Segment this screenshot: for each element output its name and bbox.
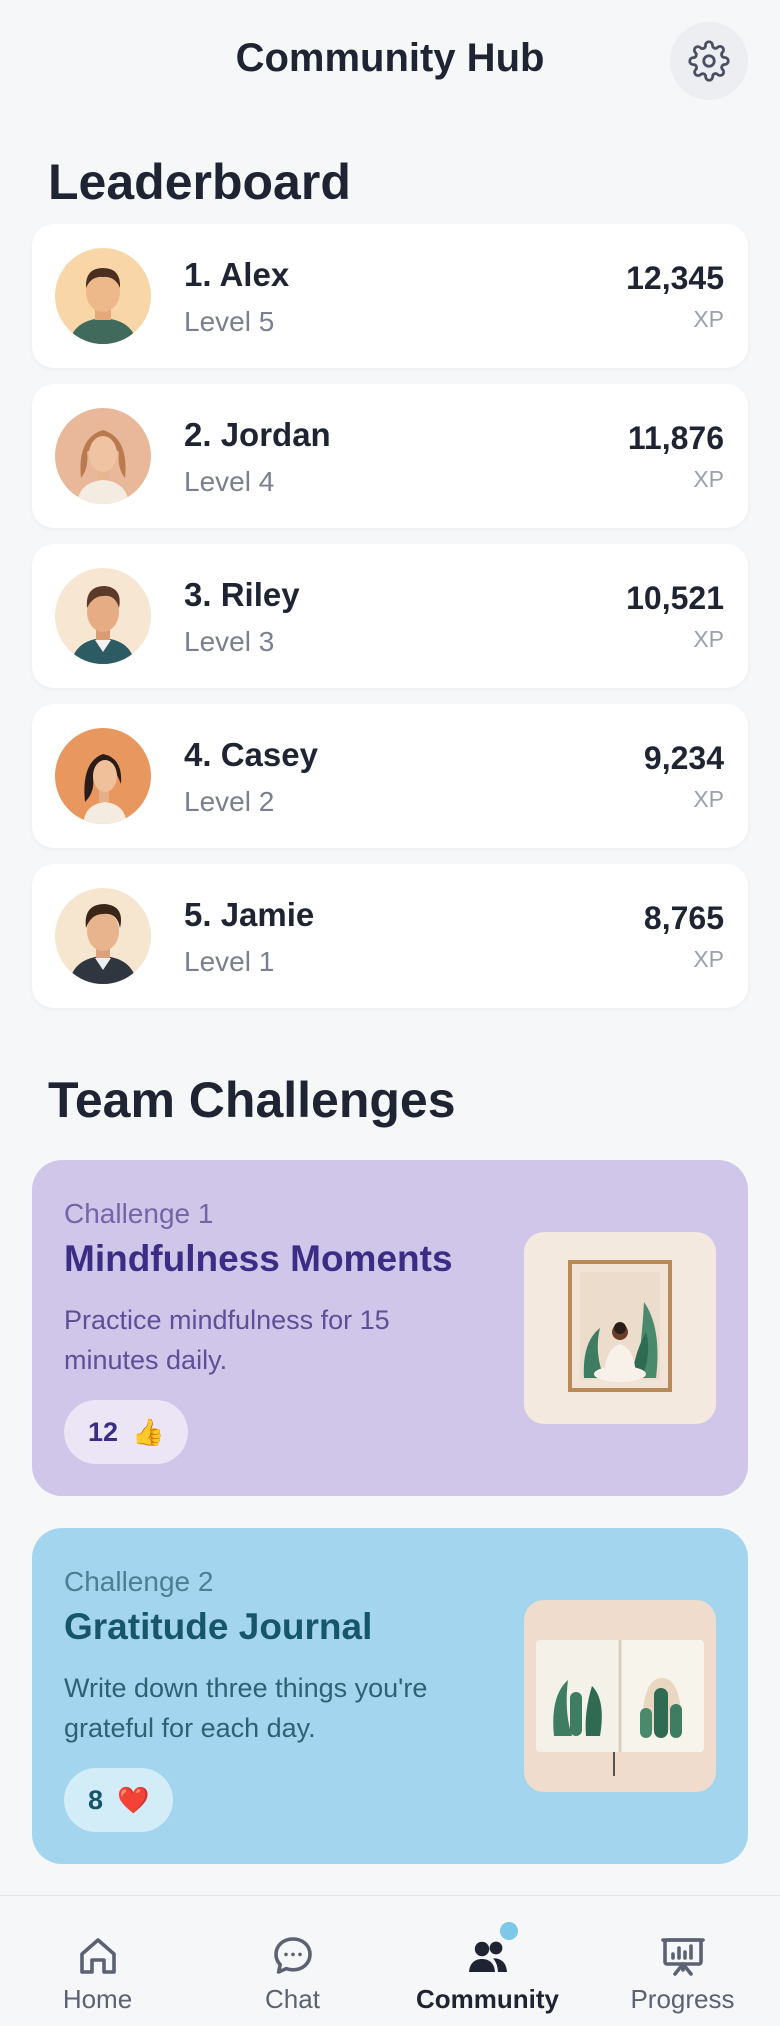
player-name: 2. Jordan bbox=[184, 416, 331, 453]
page-title: Community Hub bbox=[235, 36, 545, 80]
challenge-label: Challenge 1 bbox=[64, 1198, 214, 1229]
challenge-card[interactable]: Challenge 2 Gratitude Journal Write down… bbox=[32, 1528, 748, 1864]
player-level: Level 1 bbox=[184, 946, 275, 977]
chat-icon bbox=[273, 1937, 312, 1974]
player-name: 1. Alex bbox=[184, 256, 290, 293]
bottom-nav: Home Chat Community Progress bbox=[0, 1895, 780, 2026]
challenge-name: Mindfulness Moments bbox=[64, 1238, 453, 1279]
progress-icon bbox=[660, 1938, 705, 1976]
leaderboard-row[interactable]: 2. Jordan Level 4 11,876 XP bbox=[32, 384, 748, 528]
app: Community Hub Leaderboard 1. Alex Level bbox=[0, 0, 780, 2026]
header: Community Hub bbox=[0, 0, 780, 120]
leaderboard-list: 1. Alex Level 5 12,345 XP 2. Jordan Leve… bbox=[0, 224, 780, 1008]
xp-unit: XP bbox=[693, 946, 724, 972]
player-name: 4. Casey bbox=[184, 736, 318, 773]
leaderboard-title: Leaderboard bbox=[48, 154, 351, 210]
player-xp: 9,234 bbox=[643, 740, 724, 776]
avatar bbox=[55, 408, 151, 504]
thumbs-up-icon: 👍 bbox=[132, 1416, 165, 1447]
challenge-image bbox=[524, 1600, 716, 1792]
avatar bbox=[55, 728, 151, 824]
home-icon bbox=[79, 1938, 116, 1974]
player-level: Level 4 bbox=[184, 466, 275, 497]
xp-unit: XP bbox=[693, 626, 724, 652]
avatar bbox=[55, 568, 151, 664]
xp-unit: XP bbox=[693, 786, 724, 812]
challenge-name: Gratitude Journal bbox=[64, 1606, 373, 1647]
player-level: Level 5 bbox=[184, 306, 275, 337]
player-xp: 8,765 bbox=[643, 900, 724, 936]
nav-label: Community bbox=[416, 1984, 559, 2014]
nav-label: Chat bbox=[265, 1984, 320, 2014]
gear-icon bbox=[688, 40, 730, 82]
nav-label: Home bbox=[62, 1984, 133, 2014]
challenge-card[interactable]: Challenge 1 Mindfulness Moments Practice… bbox=[32, 1160, 748, 1496]
xp-unit: XP bbox=[693, 306, 724, 332]
team-challenges-title: Team Challenges bbox=[48, 1072, 456, 1128]
reaction-count: 12 bbox=[88, 1416, 119, 1447]
xp-unit: XP bbox=[693, 466, 724, 492]
challenge-description: Practice mindfulness for 15 minutes dail… bbox=[64, 1305, 390, 1375]
player-level: Level 3 bbox=[184, 626, 275, 657]
nav-item-community[interactable]: Community bbox=[390, 1896, 585, 2026]
notification-dot bbox=[499, 1922, 518, 1940]
challenge-image bbox=[524, 1232, 716, 1424]
nav-label: Progress bbox=[630, 1984, 735, 2014]
challenge-label: Challenge 2 bbox=[64, 1566, 214, 1597]
avatar bbox=[55, 888, 151, 984]
nav-item-chat[interactable]: Chat bbox=[195, 1896, 390, 2026]
avatar bbox=[55, 248, 151, 344]
player-xp: 10,521 bbox=[626, 580, 724, 616]
nav-item-home[interactable]: Home bbox=[0, 1896, 195, 2026]
player-level: Level 2 bbox=[184, 786, 275, 817]
reaction-count: 8 bbox=[88, 1784, 104, 1815]
nav-item-progress[interactable]: Progress bbox=[585, 1896, 780, 2026]
player-xp: 12,345 bbox=[626, 260, 724, 296]
leaderboard-row[interactable]: 1. Alex Level 5 12,345 XP bbox=[32, 224, 748, 368]
leaderboard-row[interactable]: 4. Casey Level 2 9,234 XP bbox=[32, 704, 748, 848]
reaction-button[interactable]: 8 ❤️ bbox=[64, 1768, 174, 1832]
leaderboard-row[interactable]: 3. Riley Level 3 10,521 XP bbox=[32, 544, 748, 688]
player-xp: 11,876 bbox=[627, 420, 724, 456]
heart-icon: ❤️ bbox=[117, 1784, 150, 1815]
challenge-description: Write down three things you're grateful … bbox=[64, 1673, 428, 1743]
player-name: 3. Riley bbox=[184, 576, 300, 613]
player-name: 5. Jamie bbox=[184, 896, 315, 933]
leaderboard-row[interactable]: 5. Jamie Level 1 8,765 XP bbox=[32, 864, 748, 1008]
reaction-button[interactable]: 12 👍 bbox=[64, 1400, 189, 1464]
settings-button[interactable] bbox=[670, 22, 748, 100]
